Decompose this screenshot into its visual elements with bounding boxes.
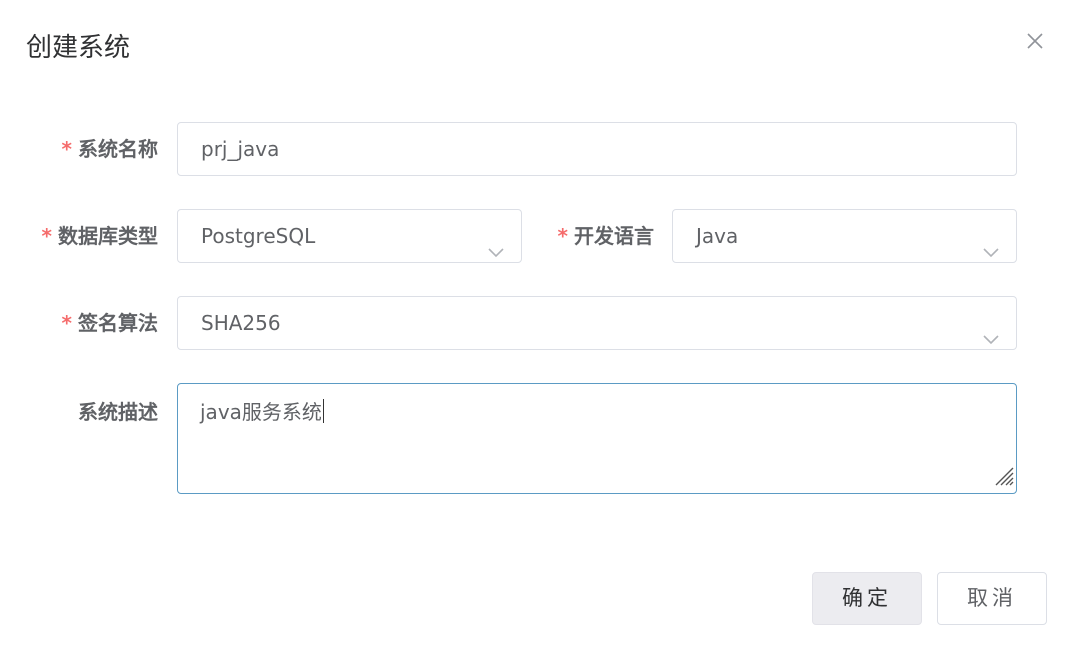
text-caret [322, 399, 324, 423]
required-mark: * [557, 224, 568, 248]
chevron-down-icon [982, 228, 1000, 280]
dev-language-select[interactable]: Java [672, 209, 1017, 263]
database-type-select[interactable]: PostgreSQL [177, 209, 522, 263]
required-mark: * [61, 311, 72, 335]
system-name-label: * 系统名称 [61, 137, 158, 161]
confirm-button[interactable]: 确定 [812, 572, 922, 625]
required-mark: * [41, 224, 52, 248]
sign-algorithm-select[interactable]: SHA256 [177, 296, 1017, 350]
database-type-label: * 数据库类型 [41, 224, 158, 248]
sign-algorithm-label: * 签名算法 [61, 311, 158, 335]
chevron-down-icon [982, 315, 1000, 367]
required-mark: * [61, 137, 72, 161]
system-name-input[interactable]: prj_java [177, 122, 1017, 176]
resize-grip-icon[interactable] [992, 464, 1014, 491]
chevron-down-icon [487, 228, 505, 280]
description-label: 系统描述 [78, 400, 158, 424]
description-textarea[interactable]: java服务系统 [177, 383, 1017, 494]
create-system-dialog: 创建系统 * 系统名称 prj_java * 数据库类型 PostgreSQL * 开… [0, 0, 1071, 651]
dev-language-label: * 开发语言 [557, 224, 654, 248]
close-icon[interactable] [1022, 28, 1048, 54]
cancel-button[interactable]: 取消 [937, 572, 1047, 625]
dialog-title: 创建系统 [26, 33, 131, 63]
